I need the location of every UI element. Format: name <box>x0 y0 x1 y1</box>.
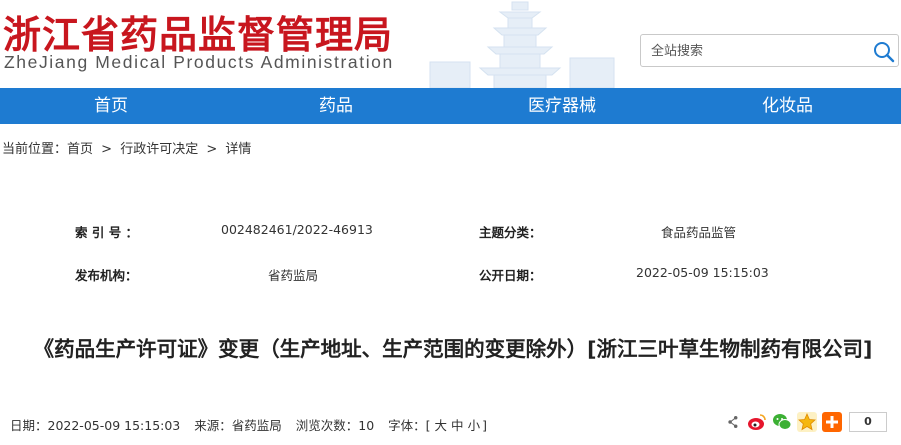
article-title: 《药品生产许可证》变更（生产地址、生产范围的变更除外）[浙江三叶草生物制药有限公… <box>33 337 873 361</box>
breadcrumb-separator: > <box>206 142 218 157</box>
share-count: 0 <box>849 412 887 432</box>
category-label: 主题分类： <box>479 225 542 240</box>
search-icon[interactable] <box>873 41 895 63</box>
search-input[interactable] <box>651 41 861 61</box>
breadcrumb-admin-license[interactable]: 行政许可决定 <box>120 142 198 157</box>
font-size-label: 字体：[ <box>388 418 431 433</box>
more-plus-icon[interactable] <box>822 412 842 432</box>
publish-date-label: 公开日期： <box>479 268 542 283</box>
nav-item-home[interactable]: 首页 <box>0 88 222 124</box>
publish-date-value: 2022-05-09 15:15:03 <box>636 265 769 280</box>
qzone-star-icon[interactable] <box>797 412 817 432</box>
wechat-icon[interactable] <box>772 412 792 432</box>
breadcrumb-home[interactable]: 首页 <box>67 142 93 157</box>
font-size-small[interactable]: 小 <box>468 418 481 433</box>
breadcrumb-prefix: 当前位置： <box>2 142 68 157</box>
nav-item-medical-devices[interactable]: 医疗器械 <box>450 88 674 124</box>
article-date: 日期：2022-05-09 15:15:03 <box>10 418 181 433</box>
main-nav: 首页 药品 医疗器械 化妆品 <box>0 88 901 124</box>
breadcrumb: 当前位置：首页 > 行政许可决定 > 详情 <box>2 138 255 157</box>
breadcrumb-current: 详情 <box>225 142 252 157</box>
site-subtitle: ZheJiang Medical Products Administration <box>4 52 394 72</box>
article-views: 浏览次数：10 <box>295 418 375 433</box>
nav-item-drugs[interactable]: 药品 <box>222 88 450 124</box>
font-size-medium[interactable]: 中 <box>451 418 464 433</box>
share-icon[interactable] <box>728 412 742 432</box>
search-box <box>640 34 899 67</box>
font-size-close: ] <box>482 418 487 433</box>
breadcrumb-separator: > <box>101 142 113 157</box>
font-size-large[interactable]: 大 <box>435 418 448 433</box>
article-meta: 日期：2022-05-09 15:15:03 来源：省药监局 浏览次数：10 字… <box>10 415 497 434</box>
publisher-value: 省药监局 <box>268 268 319 283</box>
share-bar: 0 <box>728 412 887 432</box>
category-value: 食品药品监管 <box>661 225 737 240</box>
index-number-value: 002482461/2022-46913 <box>221 222 373 237</box>
article-source: 来源：省药监局 <box>194 418 282 433</box>
site-title[interactable]: 浙江省药品监督管理局 <box>3 4 393 59</box>
publisher-label: 发布机构： <box>75 268 138 283</box>
pagoda-watermark-icon <box>429 1 615 88</box>
site-header: 浙江省药品监督管理局 ZheJiang Medical Products Adm… <box>0 0 901 88</box>
nav-item-cosmetics[interactable]: 化妆品 <box>674 88 901 124</box>
index-number-label: 索 引 号 ： <box>75 225 139 240</box>
font-size-control: 字体：[ 大中小] <box>388 418 487 433</box>
weibo-icon[interactable] <box>747 412 767 432</box>
